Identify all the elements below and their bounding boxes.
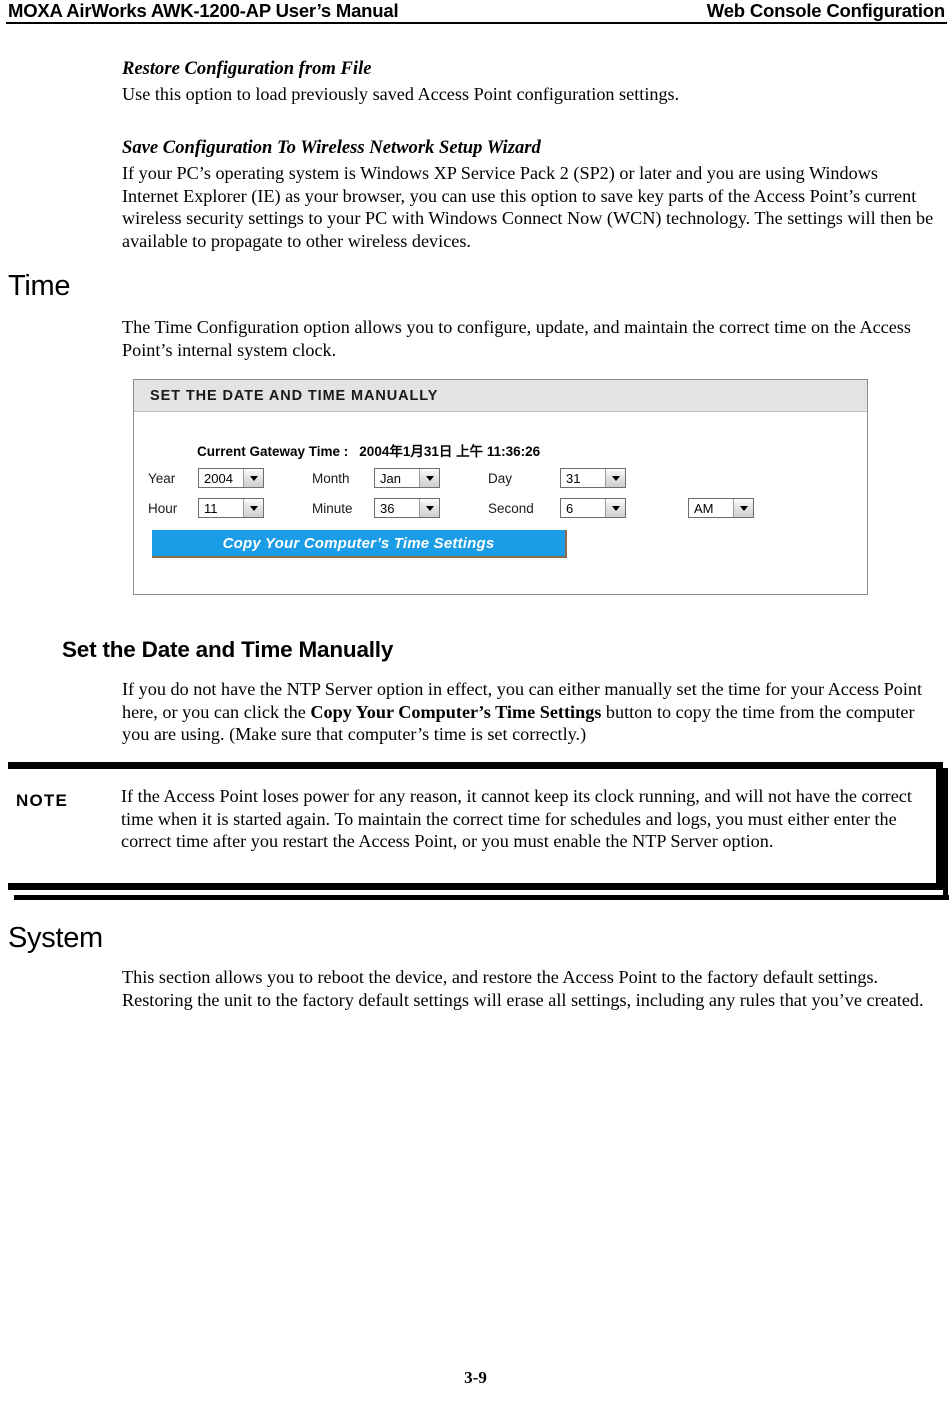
manual-set-block: If you do not have the NTP Server option… (122, 678, 938, 746)
figure-set-date-time-panel: SET THE DATE AND TIME MANUALLY Current G… (133, 379, 868, 595)
page-footer: 3-9 (0, 1368, 951, 1388)
section-heading-system: System (8, 922, 103, 954)
second-field: Second 6 (488, 498, 626, 518)
chevron-down-icon[interactable] (419, 499, 439, 517)
year-select[interactable]: 2004 (198, 468, 264, 488)
month-select[interactable]: Jan (374, 468, 440, 488)
subsection-heading-set-date-time-manually: Set the Date and Time Manually (62, 637, 394, 662)
system-intro-block: This section allows you to reboot the de… (122, 966, 938, 1011)
second-select[interactable]: 6 (560, 498, 626, 518)
meridiem-field: AM (688, 498, 754, 518)
page-running-header: MOXA AirWorks AWK-1200-AP User’s Manual … (8, 0, 945, 24)
note-text: If the Access Point loses power for any … (121, 786, 912, 852)
year-field: Year 2004 (148, 468, 264, 488)
restore-config-heading: Restore Configuration from File (122, 58, 372, 79)
minute-field: Minute 36 (312, 498, 440, 518)
minute-select-value: 36 (380, 500, 395, 516)
second-select-value: 6 (566, 500, 574, 516)
field-row-time: Hour 11 Minute 36 Second 6 AM (148, 494, 854, 522)
year-select-value: 2004 (204, 470, 233, 486)
second-label: Second (488, 500, 534, 516)
minute-label: Minute (312, 500, 353, 516)
chevron-down-icon[interactable] (243, 469, 263, 487)
system-section-paragraph: This section allows you to reboot the de… (122, 967, 924, 1010)
chevron-down-icon[interactable] (733, 499, 753, 517)
chevron-down-icon[interactable] (419, 469, 439, 487)
date-time-field-grid: Year 2004 Month Jan Day 31 Hour 11 Minut… (148, 464, 854, 524)
panel-titlebar: SET THE DATE AND TIME MANUALLY (134, 380, 867, 412)
day-label: Day (488, 470, 513, 486)
year-label: Year (148, 470, 176, 486)
current-gateway-time-row: Current Gateway Time : 2004年1月31日 上午 11:… (197, 440, 540, 460)
chapter-title: Web Console Configuration (706, 0, 945, 21)
manual-title: MOXA AirWorks AWK-1200-AP User’s Manual (8, 0, 399, 21)
manual-paragraph-button-name: Copy Your Computer’s Time Settings (310, 701, 602, 722)
current-gateway-time-value: 2004年1月31日 上午 11:36:26 (359, 444, 541, 459)
save-wizard-paragraph: If your PC’s operating system is Windows… (122, 163, 934, 251)
day-select[interactable]: 31 (560, 468, 626, 488)
meridiem-select[interactable]: AM (688, 498, 754, 518)
hour-select[interactable]: 11 (198, 498, 264, 518)
panel-body: Current Gateway Time : 2004年1月31日 上午 11:… (134, 412, 867, 594)
time-section-paragraph: The Time Configuration option allows you… (122, 317, 911, 360)
month-select-value: Jan (380, 470, 401, 486)
save-wizard-heading: Save Configuration To Wireless Network S… (122, 137, 541, 158)
panel-title: SET THE DATE AND TIME MANUALLY (150, 387, 439, 404)
meridiem-select-value: AM (694, 500, 714, 516)
manual-set-paragraph: If you do not have the NTP Server option… (122, 678, 938, 746)
month-field: Month Jan (312, 468, 440, 488)
month-label: Month (312, 470, 350, 486)
restore-config-block: Restore Configuration from File Use this… (122, 57, 938, 106)
note-box-shadow-right (943, 768, 948, 900)
page-number: 3-9 (464, 1368, 487, 1387)
note-label: NOTE (16, 791, 69, 810)
day-field: Day 31 (488, 468, 626, 488)
section-heading-time: Time (8, 270, 71, 302)
chevron-down-icon[interactable] (605, 469, 625, 487)
minute-select[interactable]: 36 (374, 498, 440, 518)
note-box-shadow-bottom (14, 895, 949, 900)
restore-config-paragraph: Use this option to load previously saved… (122, 84, 680, 104)
field-row-date: Year 2004 Month Jan Day 31 (148, 464, 854, 492)
current-gateway-time-label: Current Gateway Time : (197, 444, 349, 459)
hour-label: Hour (148, 500, 178, 516)
chevron-down-icon[interactable] (605, 499, 625, 517)
hour-select-value: 11 (204, 500, 218, 516)
time-intro-block: The Time Configuration option allows you… (122, 316, 938, 361)
chevron-down-icon[interactable] (243, 499, 263, 517)
note-callout-box: NOTE If the Access Point loses power for… (8, 762, 943, 890)
copy-computer-time-settings-button[interactable]: Copy Your Computer’s Time Settings (152, 530, 567, 558)
header-divider-rule (6, 22, 947, 24)
hour-field: Hour 11 (148, 498, 264, 518)
day-select-value: 31 (566, 470, 581, 486)
save-wizard-block: Save Configuration To Wireless Network S… (122, 136, 938, 252)
